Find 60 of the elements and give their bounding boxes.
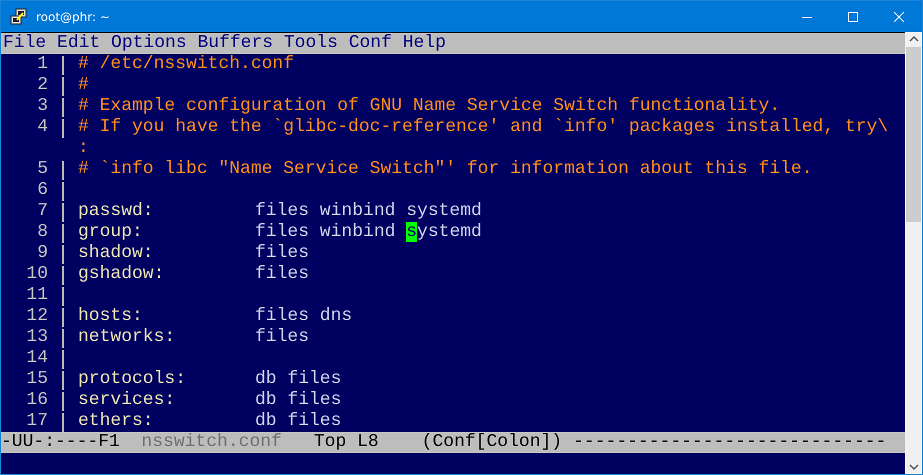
terminal-app-icon	[10, 8, 28, 26]
config-key: gshadow:	[78, 264, 255, 285]
config-key: passwd:	[78, 201, 255, 222]
buffer-status: -UU-:----F1	[1, 432, 120, 453]
config-key: group:	[78, 222, 255, 243]
config-key: shadow:	[78, 243, 255, 264]
line-number: 17	[25, 411, 48, 432]
config-value: db files	[255, 369, 342, 390]
menu-item[interactable]: Help	[402, 33, 446, 54]
line-number: 13	[25, 327, 48, 348]
config-key: protocols:	[78, 369, 255, 390]
maximize-icon	[848, 12, 858, 22]
line-number: 5	[36, 159, 48, 180]
config-value: files winbind systemd	[255, 201, 482, 222]
code-comment: # /etc/nsswitch.conf	[78, 54, 294, 75]
line-number: 3	[36, 96, 48, 117]
major-mode: (Conf[Colon])	[422, 432, 562, 453]
line-number: 12	[25, 306, 48, 327]
line-number: 10	[25, 264, 48, 285]
config-key: services:	[78, 390, 255, 411]
config-value: files	[255, 243, 310, 264]
config-key: networks:	[78, 327, 255, 348]
line-number: 1	[36, 54, 48, 75]
config-value: files	[255, 327, 310, 348]
scrollbar[interactable]	[905, 32, 922, 474]
menu-item[interactable]: Options	[111, 33, 187, 54]
line-number: 4	[36, 117, 48, 138]
line-number: 9	[36, 243, 48, 264]
line-number: 11	[25, 285, 48, 306]
menu-item[interactable]: Conf	[348, 33, 392, 54]
code-comment: # Example configuration of GNU Name Service Switch functionality.	[78, 96, 780, 117]
menu-item[interactable]: Tools	[284, 33, 338, 54]
window-title: root@phr: ~	[36, 10, 111, 24]
line-number: 15	[25, 369, 48, 390]
code-comment: :	[78, 138, 89, 159]
cursor-position: Top L8	[314, 432, 379, 453]
scroll-thumb[interactable]	[906, 47, 921, 222]
line-number: 14	[25, 348, 48, 369]
menu-item[interactable]: Buffers	[197, 33, 274, 54]
menu-item[interactable]: File	[3, 33, 46, 54]
config-value: db files	[255, 390, 342, 411]
buffer-name: nsswitch.conf	[141, 432, 282, 453]
config-value: db files	[255, 411, 342, 432]
code-comment: # If you have the `glibc-doc-reference' and `info' packages installed, try\	[78, 117, 888, 138]
text-cursor: s	[406, 222, 418, 242]
config-value: files winbind systemd	[255, 222, 482, 243]
config-key: ethers:	[78, 411, 255, 432]
line-number: 6	[36, 180, 48, 201]
config-key: hosts:	[78, 306, 255, 327]
line-number: 2	[36, 75, 48, 96]
config-value: files	[255, 264, 310, 285]
line-number: 16	[25, 390, 48, 411]
code-comment: #	[78, 75, 89, 96]
config-value: files dns	[255, 306, 352, 327]
mode-line-fill: -----------------------------	[573, 432, 886, 453]
code-comment: # `info libc "Name Service Switch"' for information about this file.	[78, 159, 813, 180]
line-number: 7	[36, 201, 48, 222]
line-number: 8	[36, 222, 48, 243]
close-icon	[894, 12, 904, 22]
menu-item[interactable]: Edit	[57, 33, 100, 54]
